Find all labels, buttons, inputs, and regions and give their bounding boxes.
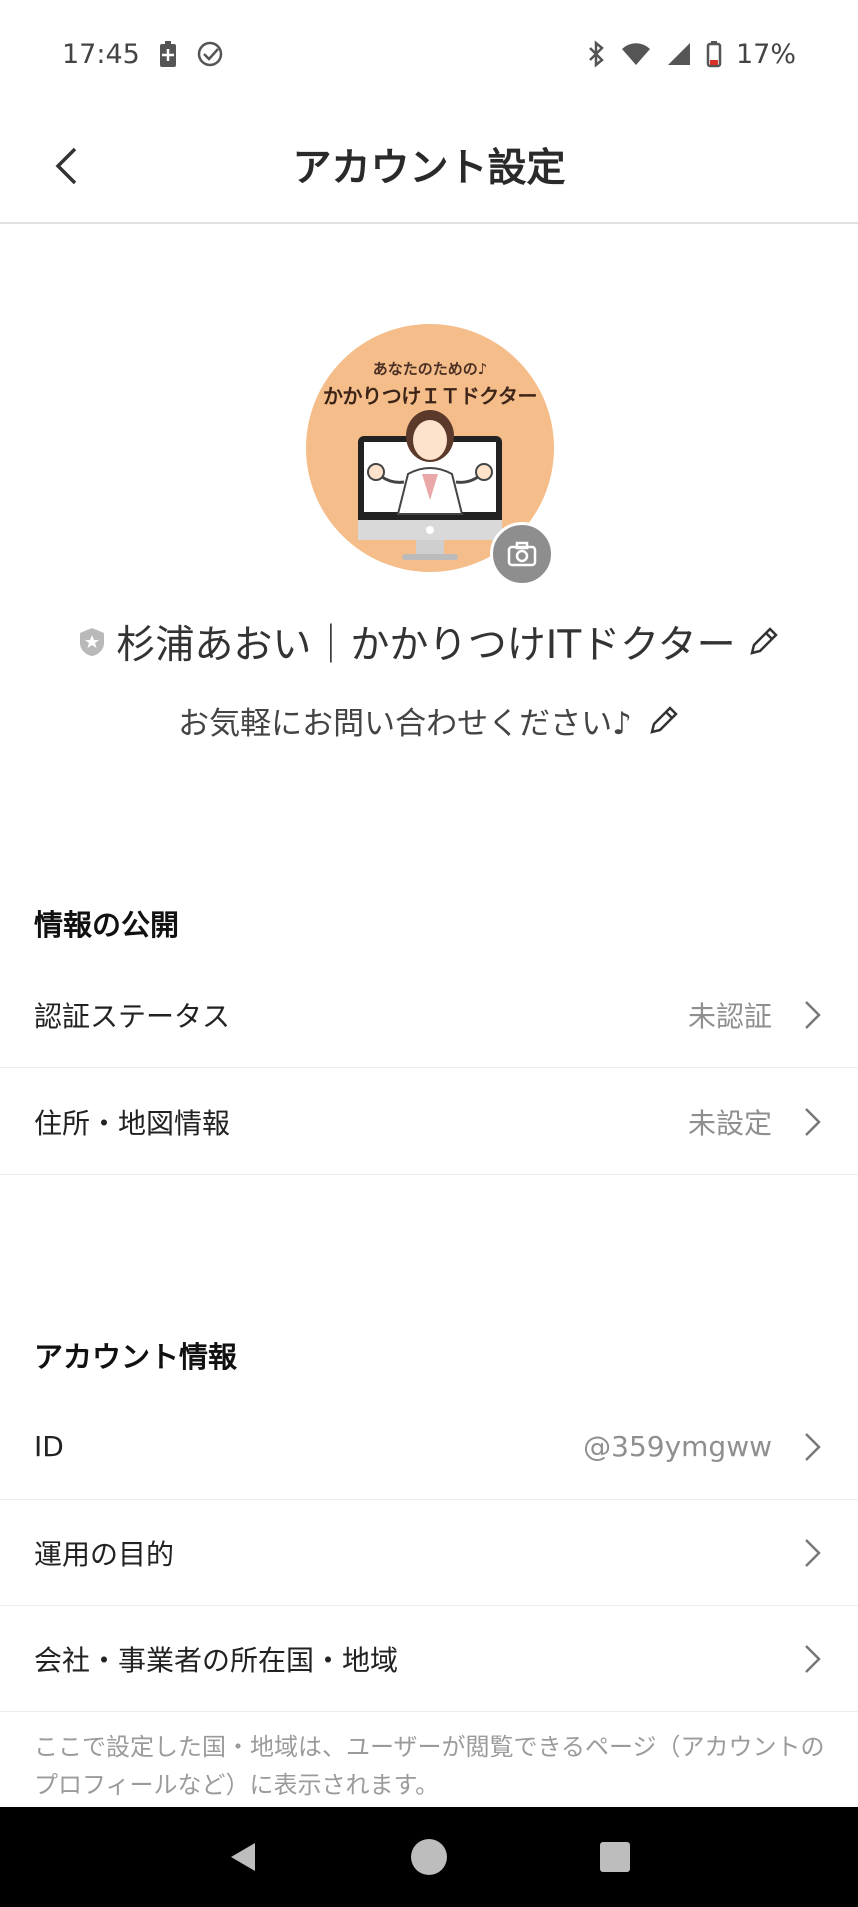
chevron-right-icon [802, 1430, 824, 1464]
row-label: 会社・事業者の所在国・地域 [34, 1643, 399, 1677]
row-verification-status[interactable]: 認証ステータス 未認証 [0, 962, 858, 1068]
section-title-public-info: 情報の公開 [34, 908, 180, 942]
chevron-right-icon [802, 998, 824, 1032]
row-company-country[interactable]: 会社・事業者の所在国・地域 [0, 1606, 858, 1712]
profile-section: あなたのための♪ かかりつけＩＴドクター 杉浦あおい｜かかりつけITドクター お… [0, 224, 858, 784]
nav-recents-button[interactable] [591, 1833, 639, 1881]
row-account-id[interactable]: ID @359ymgww [0, 1394, 858, 1500]
chevron-right-icon [802, 1105, 824, 1139]
battery-charging-icon [159, 41, 176, 67]
row-usage-purpose[interactable]: 運用の目的 [0, 1500, 858, 1606]
row-value: 未認証 [687, 999, 772, 1033]
back-button[interactable] [36, 136, 96, 196]
country-note: ここで設定した国・地域は、ユーザーが閲覧できるページ（アカウントのプロフィールな… [34, 1733, 825, 1799]
bluetooth-icon [589, 40, 604, 68]
pencil-icon [749, 627, 778, 655]
back-chevron-icon [55, 147, 77, 185]
status-bar: 17:45 17% [0, 0, 858, 108]
battery-percent: 17% [735, 38, 796, 70]
status-left: 17:45 [62, 39, 224, 70]
app-header: アカウント設定 [0, 108, 858, 224]
nav-home-button[interactable] [405, 1833, 453, 1881]
row-value: 未設定 [687, 1106, 772, 1140]
avatar-wrap: あなたのための♪ かかりつけＩＴドクター [306, 324, 554, 586]
wifi-icon [621, 43, 650, 65]
change-photo-button[interactable] [490, 522, 554, 586]
check-circle-icon [197, 41, 223, 67]
row-label: ID [34, 1430, 64, 1463]
row-label: 住所・地図情報 [34, 1106, 231, 1140]
nav-recents-icon [600, 1842, 630, 1872]
clock: 17:45 [62, 38, 140, 70]
pencil-icon [650, 705, 678, 734]
status-right: 17% [586, 39, 796, 70]
edit-status-button[interactable] [646, 704, 680, 738]
row-value: @359ymgww [583, 1430, 772, 1463]
chevron-right-icon [802, 1536, 824, 1570]
nav-home-icon [411, 1839, 447, 1875]
nav-back-icon [231, 1843, 255, 1871]
shield-star-icon [80, 628, 105, 656]
status-message: お気軽にお問い合わせください♪ [178, 706, 632, 742]
profile-name: 杉浦あおい｜かかりつけITドクター [116, 623, 736, 668]
status-message-row: お気軽にお問い合わせください♪ [0, 698, 858, 743]
row-label: 運用の目的 [34, 1537, 175, 1571]
row-label: 認証ステータス [34, 999, 231, 1033]
nav-back-button[interactable] [219, 1833, 267, 1881]
battery-icon [706, 41, 722, 68]
chevron-right-icon [802, 1642, 824, 1676]
profile-name-row: 杉浦あおい｜かかりつけITドクター [0, 614, 858, 670]
edit-name-button[interactable] [746, 625, 780, 659]
signal-icon [667, 43, 690, 65]
page-title: アカウント設定 [292, 146, 566, 191]
row-address-map[interactable]: 住所・地図情報 未設定 [0, 1069, 858, 1175]
camera-icon [507, 541, 537, 567]
system-nav-bar [0, 1807, 858, 1907]
section-title-account-info: アカウント情報 [34, 1340, 238, 1374]
